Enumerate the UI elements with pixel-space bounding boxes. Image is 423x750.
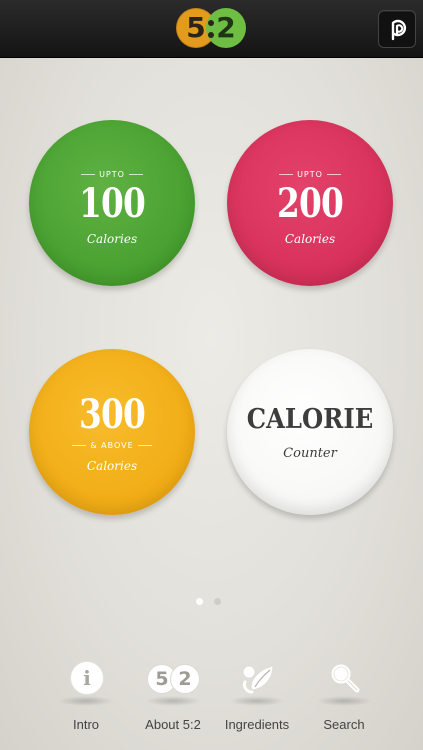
tile-calorie-counter[interactable]: CALORIE Counter (227, 349, 393, 515)
tile-sub: Calories (86, 232, 138, 246)
tile-value: 200 (276, 180, 344, 227)
tile-sub: Calories (86, 459, 138, 473)
pinterest-p-icon (391, 19, 407, 41)
tile-value: CALORIE (246, 404, 374, 435)
tile-sub: Counter (283, 446, 337, 461)
tile-300-calories[interactable]: 300 & ABOVE Calories (29, 349, 195, 515)
nav-ingredients[interactable]: Ingredients (207, 650, 307, 745)
tile-value: 100 (78, 180, 146, 227)
info-icon: i (70, 661, 104, 695)
tile-100-calories[interactable]: UPTO 100 Calories (29, 120, 195, 286)
five-two-logo-icon: 5 2 (147, 664, 200, 694)
nav-label: Ingredients (224, 717, 290, 732)
tile-value: 300 (78, 391, 146, 438)
app-logo: 5 2 (176, 8, 248, 50)
nav-label: Search (323, 717, 365, 732)
page-indicator (196, 598, 232, 606)
pinterest-button[interactable] (378, 10, 416, 48)
nav-intro[interactable]: i Intro (36, 650, 136, 745)
nav-label: Intro (72, 717, 99, 732)
tile-prefix: UPTO (29, 170, 195, 179)
page-dot-1[interactable] (196, 598, 203, 605)
logo-colon (206, 19, 216, 39)
tile-200-calories[interactable]: UPTO 200 Calories (227, 120, 393, 286)
top-bar: 5 2 (0, 0, 423, 58)
magnifier-icon (330, 663, 360, 693)
leaf-icon (242, 665, 274, 694)
bottom-nav: i Intro 5 2 About 5:2 Ingredients Search (0, 650, 423, 750)
tile-prefix: UPTO (227, 170, 393, 179)
page-dot-2[interactable] (214, 598, 221, 605)
nav-search[interactable]: Search (294, 650, 394, 745)
tile-suffix: & ABOVE (29, 441, 195, 450)
tile-sub: Calories (284, 232, 336, 246)
